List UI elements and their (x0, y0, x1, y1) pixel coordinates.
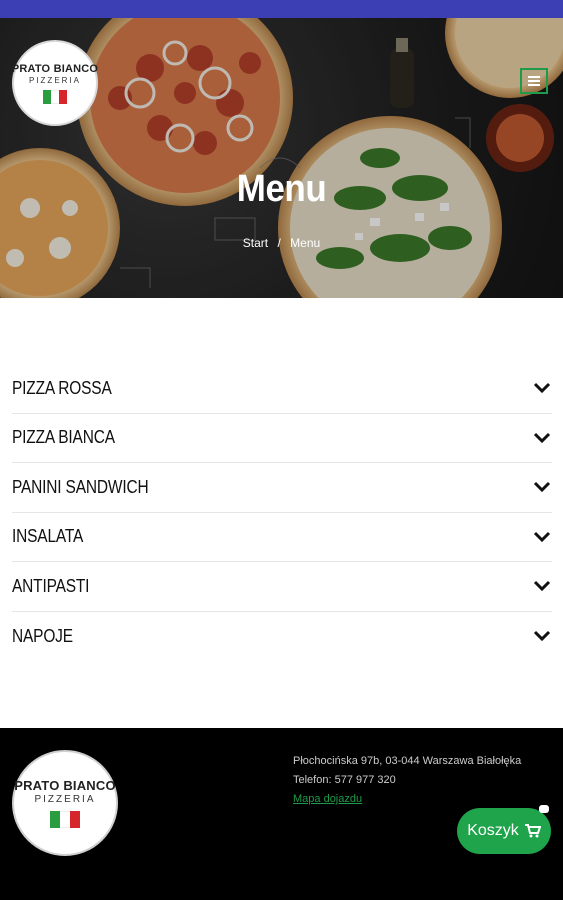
category-napoje[interactable]: NAPOJE (12, 612, 552, 662)
chevron-down-icon[interactable] (532, 527, 552, 547)
logo-brand-subtitle: PIZZERIA (34, 794, 96, 805)
category-label: PIZZA BIANCA (12, 427, 115, 448)
cart-count-badge (539, 805, 549, 813)
category-label: PIZZA ROSSA (12, 377, 112, 398)
map-link[interactable]: Mapa dojazdu (293, 793, 362, 805)
italian-flag-icon (43, 89, 67, 104)
breadcrumb-current: Menu (290, 236, 321, 250)
logo-brand-name: PRATO BIANCO (14, 778, 116, 793)
category-pizza-bianca[interactable]: PIZZA BIANCA (12, 414, 552, 463)
cart-label: Koszyk (467, 822, 519, 839)
breadcrumb: Start / Menu (0, 236, 563, 250)
status-bar (0, 0, 563, 18)
cart-icon (524, 824, 541, 838)
footer-contact: Płochocińska 97b, 03-044 Warszawa Białoł… (293, 752, 521, 809)
footer: PRATO BIANCO PIZZERIA Płochocińska 97b, … (0, 728, 563, 900)
menu-category-accordion: PIZZA ROSSA PIZZA BIANCA PANINI SANDWICH… (12, 364, 552, 661)
footer-address: Płochocińska 97b, 03-044 Warszawa Białoł… (293, 755, 522, 767)
chevron-down-icon[interactable] (532, 576, 552, 596)
footer-phone[interactable]: Telefon: 577 977 320 (293, 771, 521, 790)
italian-flag-icon (50, 811, 80, 828)
brand-logo[interactable]: PRATO BIANCO PIZZERIA (12, 40, 98, 126)
page-title: Menu (236, 168, 327, 210)
category-label: NAPOJE (12, 625, 73, 646)
category-panini-sandwich[interactable]: PANINI SANDWICH (12, 463, 552, 513)
chevron-down-icon[interactable] (532, 428, 552, 448)
category-label: ANTIPASTI (12, 575, 90, 596)
hero-banner: PRATO BIANCO PIZZERIA Menu Start / Menu (0, 18, 563, 298)
category-pizza-rossa[interactable]: PIZZA ROSSA (12, 364, 552, 414)
cart-button[interactable]: Koszyk (457, 805, 551, 854)
category-antipasti[interactable]: ANTIPASTI (12, 562, 552, 612)
chevron-down-icon[interactable] (532, 626, 552, 646)
footer-logo[interactable]: PRATO BIANCO PIZZERIA (12, 750, 118, 856)
category-insalata[interactable]: INSALATA (12, 513, 552, 562)
breadcrumb-separator: / (277, 236, 281, 250)
hamburger-icon (528, 76, 540, 86)
menu-toggle-button[interactable] (520, 68, 548, 94)
chevron-down-icon[interactable] (532, 378, 552, 398)
logo-brand-name: PRATO BIANCO (11, 62, 99, 75)
category-label: INSALATA (12, 526, 84, 547)
logo-brand-subtitle: PIZZERIA (28, 75, 81, 85)
chevron-down-icon[interactable] (532, 477, 552, 497)
category-label: PANINI SANDWICH (12, 476, 149, 497)
breadcrumb-start-link[interactable]: Start (243, 236, 268, 250)
